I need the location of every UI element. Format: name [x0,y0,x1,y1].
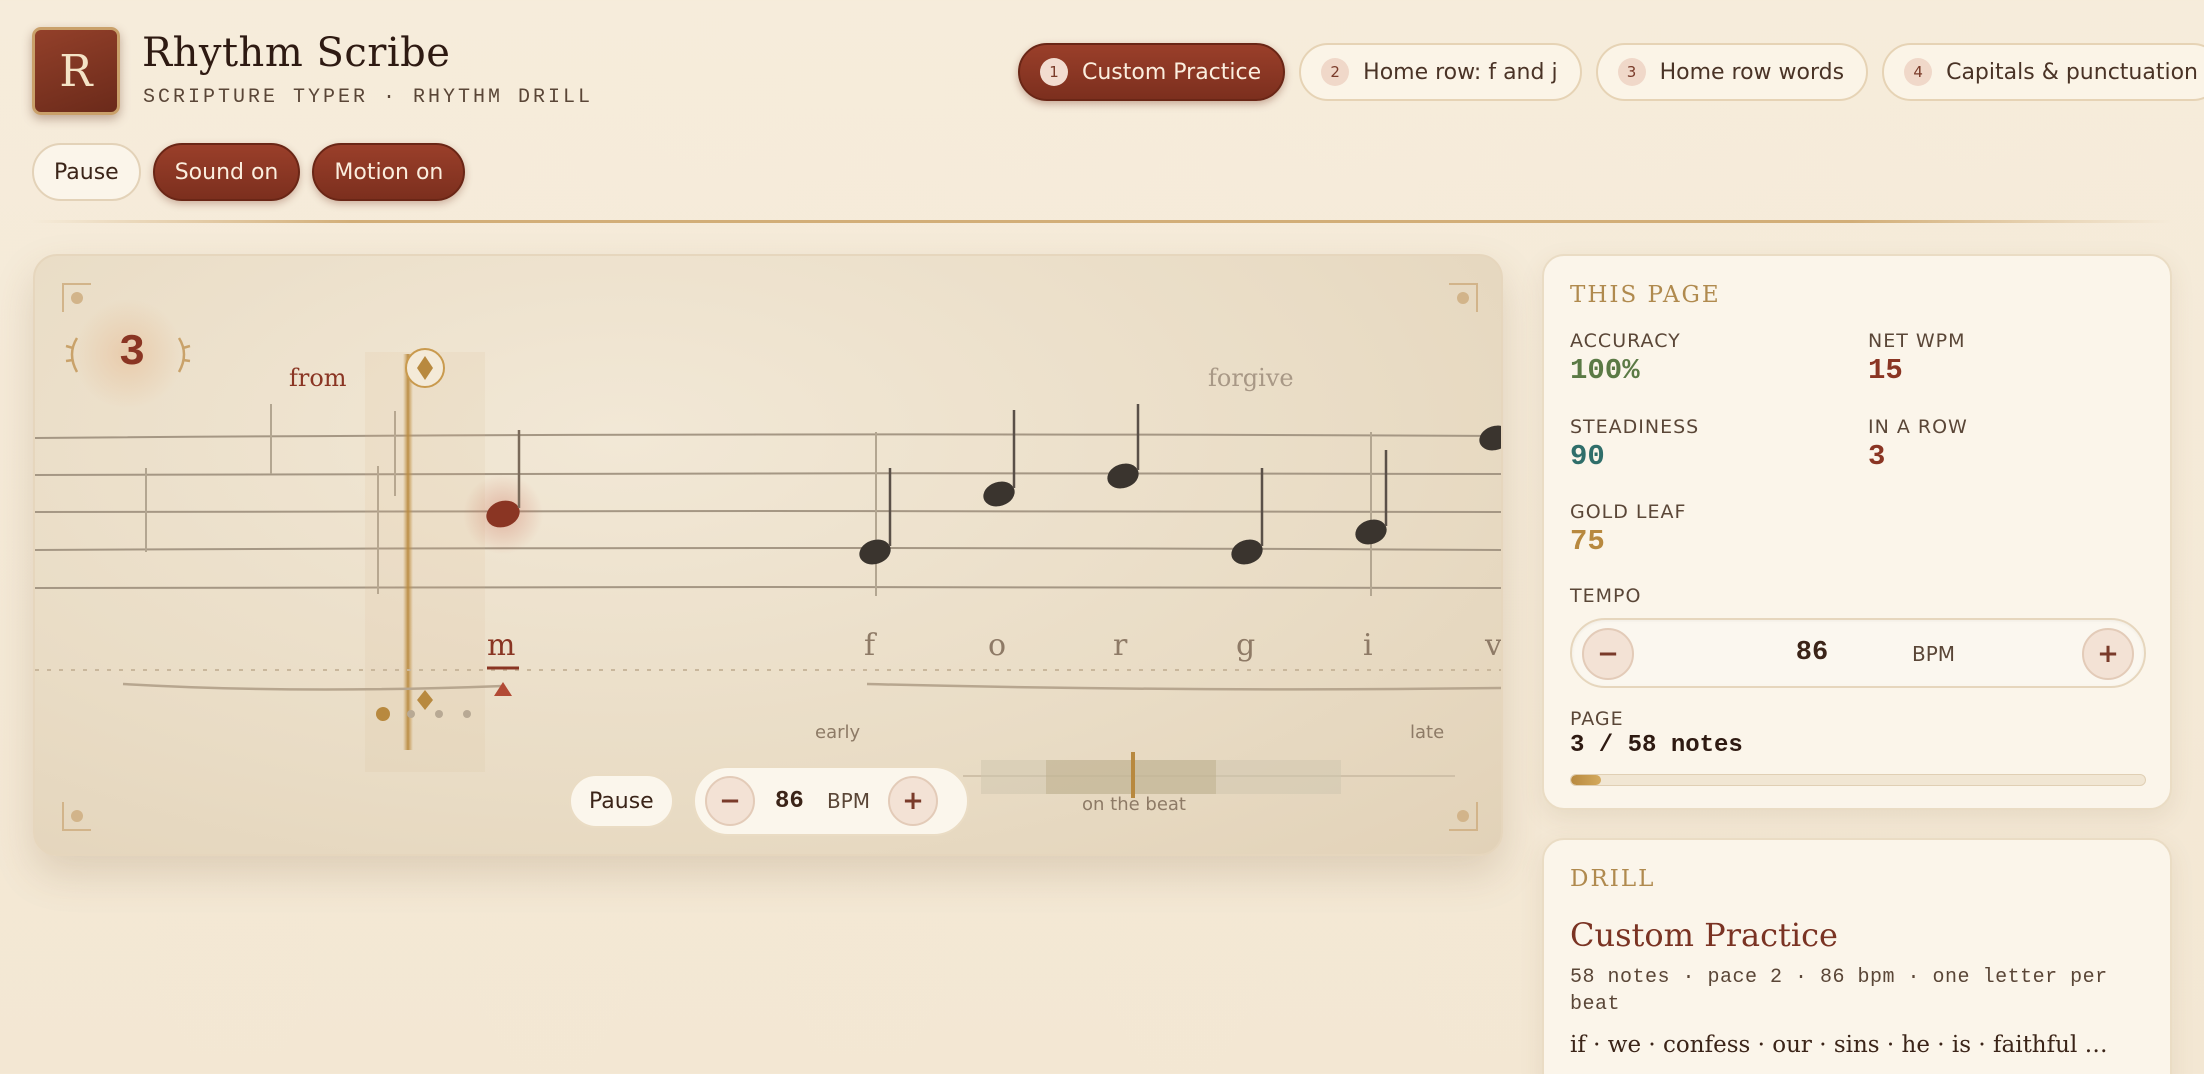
stat-in-a-row: IN A ROW 3 [1868,416,1968,473]
letter: o [988,628,1007,663]
note [859,404,1501,565]
app-subtitle: SCRIPTURE TYPER · RHYTHM DRILL [143,86,594,109]
playhead [403,354,413,750]
tempo-decrease-button[interactable]: − [1582,628,1634,680]
drill-meta: 58 notes · pace 2 · 86 bpm · one letter … [1570,966,2108,1016]
header-divider [32,220,2172,223]
drill-tab-label: Home row: f and j [1363,59,1558,85]
app-title: Rhythm Scribe [142,30,451,76]
pause-button[interactable]: Pause [32,143,141,201]
drill-heading: DRILL [1570,866,1656,892]
stat-value: 15 [1868,354,1903,387]
drill-panel: DRILL Custom Practice 58 notes · pace 2 … [1542,838,2172,1074]
stage-tempo-decrease-button[interactable]: − [705,776,755,826]
motion-toggle[interactable]: Motion on [312,143,466,201]
stat-value: 100% [1570,354,1640,387]
letter: f [864,628,876,663]
drill-tab-number: 2 [1321,58,1350,86]
stage-tempo-control: − 86 BPM + [693,766,969,836]
sound-toggle[interactable]: Sound on [152,143,301,201]
stage-pause-button[interactable]: Pause [569,774,674,828]
drill-tab-home-row-f-j[interactable]: 2 Home row: f and j [1299,43,1582,101]
stat-value: 3 / 58 notes [1570,732,1743,759]
stat-label: GOLD LEAF [1570,501,1687,523]
tempo-control: − 86 BPM + [1570,618,2146,688]
letter: g [1236,628,1256,663]
drill-title: Custom Practice [1570,916,1838,954]
rhythm-stage[interactable]: 3 from forgive m f o r g i v early late … [33,254,1503,856]
stat-label: TEMPO [1570,585,1642,607]
letter-current: m [487,628,516,663]
timing-late-label: late [1410,722,1445,743]
letter: i [1363,628,1373,663]
stat-label: ACCURACY [1570,330,1681,352]
drill-text-preview: if · we · confess · our · sins · he · is… [1570,1032,2108,1058]
stage-tempo-increase-button[interactable]: + [888,776,939,826]
stage-tempo-value: 86 [775,787,804,815]
drill-tab-home-row-words[interactable]: 3 Home row words [1595,43,1869,101]
stat-accuracy: ACCURACY 100% [1570,330,1681,387]
drill-tabs: 1 Custom Practice 2 Home row: f and j 3 … [1018,43,2204,101]
drill-tab-number: 4 [1904,58,1933,86]
cursor-marker-icon [494,682,512,696]
drill-tab-label: Capitals & punctuation [1946,59,2198,85]
drill-tab-capitals-punctuation[interactable]: 4 Capitals & punctuation [1882,43,2204,101]
drill-tab-number: 3 [1617,58,1646,86]
stat-label: NET WPM [1868,330,1966,352]
tempo-value: 86 [1795,638,1829,668]
timing-early-label: early [815,722,861,743]
app-logo: R [32,27,120,115]
stat-page: PAGE 3 / 58 notes [1570,708,1743,759]
drill-tab-label: Custom Practice [1082,59,1262,85]
stat-gold-leaf: GOLD LEAF 75 [1570,501,1686,558]
stats-panel: THIS PAGE ACCURACY 100% NET WPM 15 STEAD… [1542,254,2172,810]
stat-value: 90 [1570,440,1605,473]
streak-counter: 3 [118,328,146,378]
stat-label: STEADINESS [1570,416,1700,438]
page-progress-bar [1570,774,2146,786]
letter: v [1485,628,1502,663]
tempo-increase-button[interactable]: + [2082,628,2134,680]
timing-meter [963,752,1455,798]
letter: r [1113,628,1128,663]
word-next: forgive [1208,364,1294,392]
drill-tab-label: Home row words [1659,59,1845,85]
tempo-unit: BPM [1912,642,1956,666]
stats-heading: THIS PAGE [1570,282,1721,308]
stat-value: 75 [1570,525,1605,558]
playback-controls: Pause Sound on Motion on [32,143,466,201]
word-previous: from [289,364,347,392]
stat-value: 3 [1868,440,1886,473]
stat-net-wpm: NET WPM 15 [1868,330,1966,387]
stat-steadiness: STEADINESS 90 [1570,416,1699,473]
drill-tab-custom-practice[interactable]: 1 Custom Practice [1018,43,1286,101]
page-progress-fill [1571,775,1601,785]
timing-on-beat-label: on the beat [1082,794,1186,815]
staff-lines [35,433,1501,589]
stat-label: PAGE [1570,708,1624,730]
drill-tab-number: 1 [1040,58,1068,86]
logo-letter: R [59,45,93,97]
stage-tempo-unit: BPM [827,789,871,813]
stat-tempo: TEMPO [1570,585,1641,607]
stat-label: IN A ROW [1868,416,1968,438]
